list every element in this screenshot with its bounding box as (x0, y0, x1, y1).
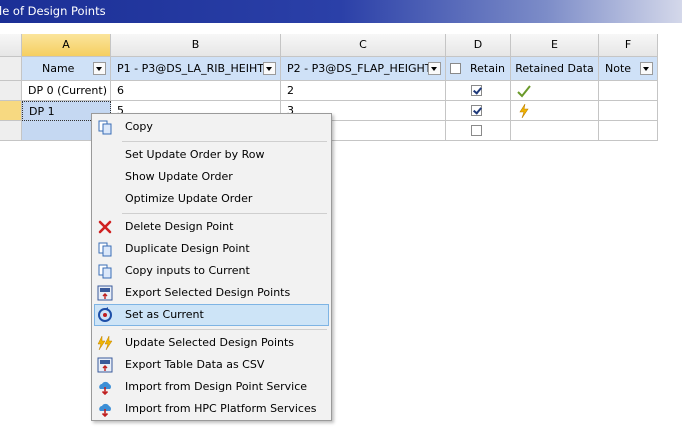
menu-item-export-selected-design-points[interactable]: Export Selected Design Points (94, 282, 329, 304)
menu-item-delete-design-point[interactable]: Delete Design Point (94, 216, 329, 238)
column-letter-b[interactable]: B (111, 34, 281, 57)
column-letter-d[interactable]: D (446, 34, 511, 57)
column-header-p1-label: P1 - P3@DS_LA_RIB_HEIHT (117, 62, 264, 75)
p1-filter-dropdown[interactable] (263, 62, 276, 75)
menu-item-label: Show Update Order (125, 170, 233, 183)
menu-item-show-update-order[interactable]: Show Update Order (94, 166, 329, 188)
column-letter-c[interactable]: C (281, 34, 446, 57)
menu-item-label: Copy inputs to Current (125, 264, 250, 277)
table-cell-retain (446, 81, 511, 101)
table-cell-retain (446, 121, 511, 141)
menu-item-set-as-current[interactable]: Set as Current (94, 304, 329, 326)
menu-item-import-from-design-point-service[interactable]: Import from Design Point Service (94, 376, 329, 398)
table-cell-note[interactable] (599, 81, 658, 101)
menu-item-label: Delete Design Point (125, 220, 234, 233)
corner-header (0, 34, 22, 57)
lightning-icon (519, 104, 529, 118)
row-header-2[interactable] (0, 101, 22, 121)
retain-checkbox[interactable] (471, 85, 482, 96)
column-header-p1: P1 - P3@DS_LA_RIB_HEIHT (111, 57, 281, 81)
column-header-name: Name (22, 57, 111, 81)
copy-inputs-icon (98, 264, 112, 279)
cloud-import-icon (99, 381, 111, 395)
window-title: le of Design Points (0, 4, 106, 18)
column-header-name-label: Name (42, 62, 75, 75)
row-header-new[interactable] (0, 121, 22, 141)
export-icon (97, 285, 113, 301)
check-icon (517, 85, 531, 98)
column-letter-a[interactable]: A (22, 34, 111, 57)
retain-all-checkbox[interactable] (450, 63, 461, 74)
table-cell-p2[interactable]: 2 (281, 81, 446, 101)
export-csv-icon (97, 357, 113, 373)
column-header-retained-data: Retained Data (511, 57, 599, 81)
table-cell-note[interactable] (599, 101, 658, 121)
note-filter-dropdown[interactable] (640, 62, 653, 75)
column-letter-e[interactable]: E (511, 34, 599, 57)
menu-item-import-from-hpc-platform-services[interactable]: Import from HPC Platform Services (94, 398, 329, 420)
copy-icon (98, 120, 112, 135)
column-header-p2-label: P2 - P3@DS_FLAP_HEIGHT (287, 62, 432, 75)
row-header-names (0, 57, 22, 81)
update-icon (97, 335, 113, 351)
menu-separator (122, 213, 327, 214)
column-header-note-label: Note (605, 62, 632, 75)
table-cell-retain (446, 101, 511, 121)
duplicate-icon (98, 242, 112, 257)
retain-checkbox[interactable] (471, 125, 482, 136)
table-cell-retained-data (511, 101, 599, 121)
column-header-p2: P2 - P3@DS_FLAP_HEIGHT (281, 57, 446, 81)
table-cell-retained-data (511, 81, 599, 101)
window-title-bar: le of Design Points (0, 0, 682, 23)
set-current-icon (98, 307, 112, 322)
menu-item-label: Import from HPC Platform Services (125, 402, 317, 415)
table-cell-p1[interactable]: 6 (111, 81, 281, 101)
retain-checkbox[interactable] (471, 105, 482, 116)
name-filter-dropdown[interactable] (93, 62, 106, 75)
menu-item-duplicate-design-point[interactable]: Duplicate Design Point (94, 238, 329, 260)
delete-icon (98, 220, 112, 234)
column-letter-f[interactable]: F (599, 34, 658, 57)
menu-item-label: Duplicate Design Point (125, 242, 250, 255)
menu-item-set-update-order-by-row[interactable]: Set Update Order by Row (94, 144, 329, 166)
menu-item-export-table-data-as-csv[interactable]: Export Table Data as CSV (94, 354, 329, 376)
column-header-retain: Retain (446, 57, 511, 81)
row-header-1[interactable] (0, 81, 22, 101)
menu-item-label: Export Selected Design Points (125, 286, 291, 299)
column-header-retain-label: Retain (470, 62, 505, 75)
menu-item-label: Optimize Update Order (125, 192, 253, 205)
table-cell-retained-data (511, 121, 599, 141)
menu-item-copy[interactable]: Copy (94, 116, 329, 138)
menu-separator (122, 329, 327, 330)
menu-item-label: Copy (125, 120, 153, 133)
menu-item-optimize-update-order[interactable]: Optimize Update Order (94, 188, 329, 210)
menu-item-label: Update Selected Design Points (125, 336, 295, 349)
cloud-hpc-icon (99, 403, 111, 417)
table-cell-note[interactable] (599, 121, 658, 141)
menu-item-label: Set as Current (125, 308, 204, 321)
p2-filter-dropdown[interactable] (428, 62, 441, 75)
menu-item-label: Export Table Data as CSV (125, 358, 265, 371)
menu-item-label: Import from Design Point Service (125, 380, 308, 393)
column-header-note: Note (599, 57, 658, 81)
menu-item-update-selected-design-points[interactable]: Update Selected Design Points (94, 332, 329, 354)
menu-item-label: Set Update Order by Row (125, 148, 265, 161)
menu-item-copy-inputs-to-current[interactable]: Copy inputs to Current (94, 260, 329, 282)
context-menu: Copy Set Update Order by Row Show Update… (91, 113, 332, 421)
menu-separator (122, 141, 327, 142)
table-cell-name[interactable]: DP 0 (Current) (22, 81, 111, 101)
